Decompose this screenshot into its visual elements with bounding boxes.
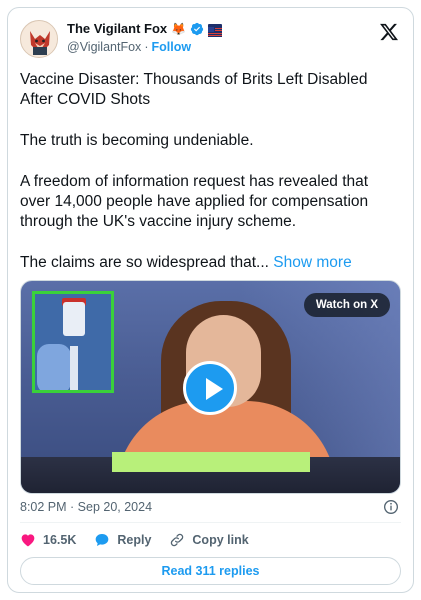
fox-emoji-icon: 🦊 <box>171 21 187 36</box>
vaccine-inset-image <box>32 291 114 393</box>
watch-on-x-button[interactable]: Watch on X <box>303 293 390 317</box>
post-timestamp[interactable]: 8:02 PM · Sep 20, 2024 <box>20 500 152 514</box>
verified-badge-icon <box>190 22 204 35</box>
display-name[interactable]: The Vigilant Fox <box>67 21 167 36</box>
handle[interactable]: @VigilantFox <box>67 40 141 54</box>
flag-badge-icon <box>208 23 223 37</box>
link-icon <box>171 533 184 547</box>
divider <box>20 522 401 523</box>
post-paragraph-1: The truth is becoming undeniable. <box>20 132 254 149</box>
post-paragraph-3-text: The claims are so widespread that... <box>20 254 269 271</box>
reply-label: Reply <box>117 533 152 547</box>
copy-link-label: Copy link <box>192 533 249 547</box>
like-button[interactable]: 16.5K <box>20 532 76 548</box>
copy-link-button[interactable]: Copy link <box>169 532 249 548</box>
reply-button[interactable]: Reply <box>94 532 151 548</box>
avatar[interactable] <box>20 20 58 58</box>
lower-third-bar <box>112 452 310 472</box>
syringe <box>70 346 78 390</box>
video-player[interactable]: Watch on X <box>20 280 401 494</box>
heart-icon <box>21 534 35 547</box>
gloved-hand <box>37 344 71 390</box>
post-paragraph-3: The claims are so widespread that... Sho… <box>20 253 399 273</box>
tweet-header: The Vigilant Fox 🦊 @VigilantFox · Follow <box>20 18 401 62</box>
reply-bubble-icon <box>96 534 109 546</box>
play-button[interactable] <box>183 361 237 415</box>
tweet-card: The Vigilant Fox 🦊 @VigilantFox · Follow… <box>7 7 414 593</box>
post-paragraph-2: A freedom of information request has rev… <box>20 173 369 230</box>
vaccine-vial <box>63 302 85 336</box>
follow-button[interactable]: Follow <box>151 40 191 54</box>
fox-avatar-icon <box>21 21 57 57</box>
play-icon <box>206 378 223 400</box>
like-count: 16.5K <box>43 533 77 547</box>
name-row: The Vigilant Fox 🦊 <box>67 21 223 37</box>
handle-row: @VigilantFox · Follow <box>67 40 191 54</box>
post-headline: Vaccine Disaster: Thousands of Brits Lef… <box>20 71 368 108</box>
show-more-link[interactable]: Show more <box>273 254 351 271</box>
x-logo-icon[interactable] <box>379 22 399 42</box>
action-bar: 16.5K Reply Copy link <box>20 532 249 548</box>
handle-separator: · <box>144 40 149 54</box>
read-replies-button[interactable]: Read 311 replies <box>20 557 401 585</box>
info-icon[interactable] <box>383 499 399 515</box>
